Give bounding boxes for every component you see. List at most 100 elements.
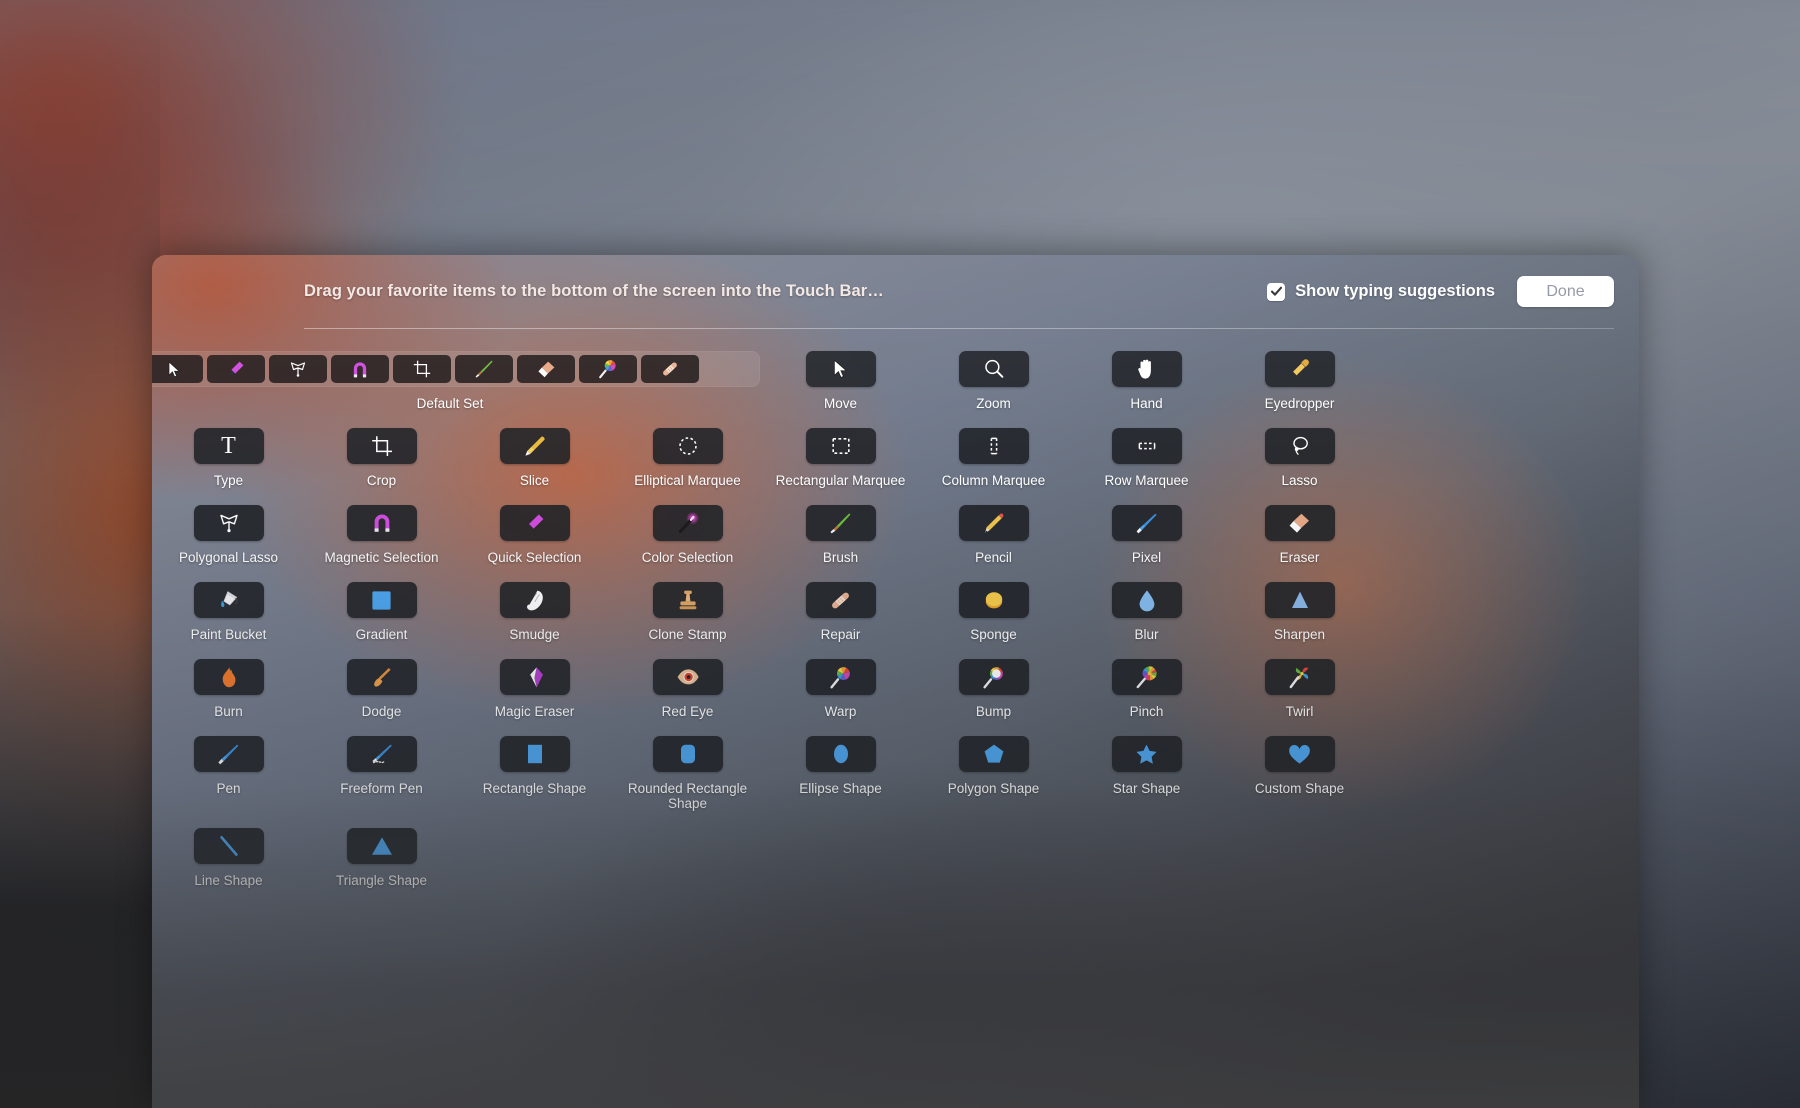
tool-cell-crop[interactable]: Crop — [305, 428, 458, 488]
eraser-icon[interactable] — [1264, 505, 1335, 541]
clone-stamp-icon[interactable] — [652, 582, 723, 618]
tool-cell-sharpen[interactable]: Sharpen — [1223, 582, 1376, 642]
tool-cell-smudge[interactable]: Smudge — [458, 582, 611, 642]
default-set-item-magnetic-selection[interactable] — [331, 355, 389, 383]
default-set-strip[interactable] — [152, 351, 760, 387]
eyedropper-icon[interactable] — [1264, 351, 1335, 387]
polygon-shape-icon[interactable] — [958, 736, 1029, 772]
marker-icon[interactable] — [499, 505, 570, 541]
paint-bucket-icon[interactable] — [193, 582, 264, 618]
tool-cell-slice[interactable]: Slice — [458, 428, 611, 488]
tool-cell-paint-bucket[interactable]: Paint Bucket — [152, 582, 305, 642]
tool-cell-freeform-pen[interactable]: Freeform Pen — [305, 736, 458, 811]
default-set-item-polygonal-lasso[interactable] — [269, 355, 327, 383]
magic-eraser-icon[interactable] — [499, 659, 570, 695]
lasso-icon[interactable] — [1264, 428, 1335, 464]
bump-lollipop-icon[interactable] — [958, 659, 1029, 695]
tool-cell-repair[interactable]: Repair — [764, 582, 917, 642]
tool-cell-hand[interactable]: Hand — [1070, 351, 1223, 411]
tool-cell-warp[interactable]: Warp — [764, 659, 917, 719]
tool-cell-polygon-shape[interactable]: Polygon Shape — [917, 736, 1070, 811]
default-set-item-move[interactable] — [152, 355, 203, 383]
default-set-item-repair[interactable] — [641, 355, 699, 383]
tool-cell-burn[interactable]: Burn — [152, 659, 305, 719]
ellipse-shape-icon[interactable] — [805, 736, 876, 772]
water-droplet-icon[interactable] — [1111, 582, 1182, 618]
heart-shape-icon[interactable] — [1264, 736, 1335, 772]
column-marquee-icon[interactable] — [958, 428, 1029, 464]
tool-cell-eyedropper[interactable]: Eyedropper — [1223, 351, 1376, 411]
triangle-shape-icon[interactable] — [346, 828, 417, 864]
tool-cell-color-selection[interactable]: Color Selection — [611, 505, 764, 565]
tool-cell-blur[interactable]: Blur — [1070, 582, 1223, 642]
tool-cell-zoom[interactable]: Zoom — [917, 351, 1070, 411]
dodge-plunger-icon[interactable] — [346, 659, 417, 695]
magic-wand-icon[interactable] — [652, 505, 723, 541]
crop-icon[interactable] — [346, 428, 417, 464]
default-set-item-brush[interactable] — [455, 355, 513, 383]
tool-cell-star-shape[interactable]: Star Shape — [1070, 736, 1223, 811]
star-shape-icon[interactable] — [1111, 736, 1182, 772]
done-button[interactable]: Done — [1517, 276, 1614, 307]
tool-cell-elliptical-marquee[interactable]: Elliptical Marquee — [611, 428, 764, 488]
tool-cell-triangle-shape[interactable]: Triangle Shape — [305, 828, 458, 888]
tool-cell-clone-stamp[interactable]: Clone Stamp — [611, 582, 764, 642]
tool-cell-pencil[interactable]: Pencil — [917, 505, 1070, 565]
tool-cell-custom-shape[interactable]: Custom Shape — [1223, 736, 1376, 811]
polygon-lasso-icon[interactable] — [193, 505, 264, 541]
elliptical-marquee-icon[interactable] — [652, 428, 723, 464]
tool-cell-lasso[interactable]: Lasso — [1223, 428, 1376, 488]
pen-icon[interactable] — [193, 736, 264, 772]
tool-cell-rectangular-marquee[interactable]: Rectangular Marquee — [764, 428, 917, 488]
bandage-icon[interactable] — [805, 582, 876, 618]
tool-cell-type[interactable]: T Type — [152, 428, 305, 488]
tool-cell-magnetic-selection[interactable]: Magnetic Selection — [305, 505, 458, 565]
tool-cell-move[interactable]: Move — [764, 351, 917, 411]
default-set-item-quick-selection[interactable] — [207, 355, 265, 383]
pixel-brush-icon[interactable] — [1111, 505, 1182, 541]
tool-cell-twirl[interactable]: Twirl — [1223, 659, 1376, 719]
magnet-icon[interactable] — [346, 505, 417, 541]
checkbox-checked-icon[interactable] — [1267, 282, 1286, 301]
smudge-finger-icon[interactable] — [499, 582, 570, 618]
tool-cell-row-marquee[interactable]: Row Marquee — [1070, 428, 1223, 488]
slice-pen-icon[interactable] — [499, 428, 570, 464]
paintbrush-icon[interactable] — [805, 505, 876, 541]
sponge-icon[interactable] — [958, 582, 1029, 618]
tool-cell-pen[interactable]: Pen — [152, 736, 305, 811]
tool-cell-line-shape[interactable]: Line Shape — [152, 828, 305, 888]
line-shape-icon[interactable] — [193, 828, 264, 864]
tool-cell-gradient[interactable]: Gradient — [305, 582, 458, 642]
tool-cell-quick-selection[interactable]: Quick Selection — [458, 505, 611, 565]
text-type-icon[interactable]: T — [193, 428, 264, 464]
tool-cell-bump[interactable]: Bump — [917, 659, 1070, 719]
cursor-arrow-icon[interactable] — [805, 351, 876, 387]
freeform-pen-icon[interactable] — [346, 736, 417, 772]
tool-cell-dodge[interactable]: Dodge — [305, 659, 458, 719]
triangle-sharpen-icon[interactable] — [1264, 582, 1335, 618]
tool-cell-eraser[interactable]: Eraser — [1223, 505, 1376, 565]
default-set-item-warp[interactable] — [579, 355, 637, 383]
pencil-icon[interactable] — [958, 505, 1029, 541]
rounded-rectangle-shape-icon[interactable] — [652, 736, 723, 772]
row-marquee-icon[interactable] — [1111, 428, 1182, 464]
tool-cell-pixel[interactable]: Pixel — [1070, 505, 1223, 565]
pinwheel-icon[interactable] — [1264, 659, 1335, 695]
rectangle-shape-icon[interactable] — [499, 736, 570, 772]
flame-icon[interactable] — [193, 659, 264, 695]
hand-icon[interactable] — [1111, 351, 1182, 387]
tool-cell-magic-eraser[interactable]: Magic Eraser — [458, 659, 611, 719]
tool-cell-column-marquee[interactable]: Column Marquee — [917, 428, 1070, 488]
pinch-burst-icon[interactable] — [1111, 659, 1182, 695]
default-set-item-crop[interactable] — [393, 355, 451, 383]
eye-icon[interactable] — [652, 659, 723, 695]
tool-cell-ellipse-shape[interactable]: Ellipse Shape — [764, 736, 917, 811]
tool-cell-pinch[interactable]: Pinch — [1070, 659, 1223, 719]
default-set-item-eraser[interactable] — [517, 355, 575, 383]
tool-cell-rounded-rectangle-shape[interactable]: Rounded Rectangle Shape — [611, 736, 764, 811]
lollipop-icon[interactable] — [805, 659, 876, 695]
rectangular-marquee-icon[interactable] — [805, 428, 876, 464]
tool-cell-red-eye[interactable]: Red Eye — [611, 659, 764, 719]
show-typing-suggestions-checkbox[interactable]: Show typing suggestions — [1267, 282, 1495, 301]
gradient-square-icon[interactable] — [346, 582, 417, 618]
